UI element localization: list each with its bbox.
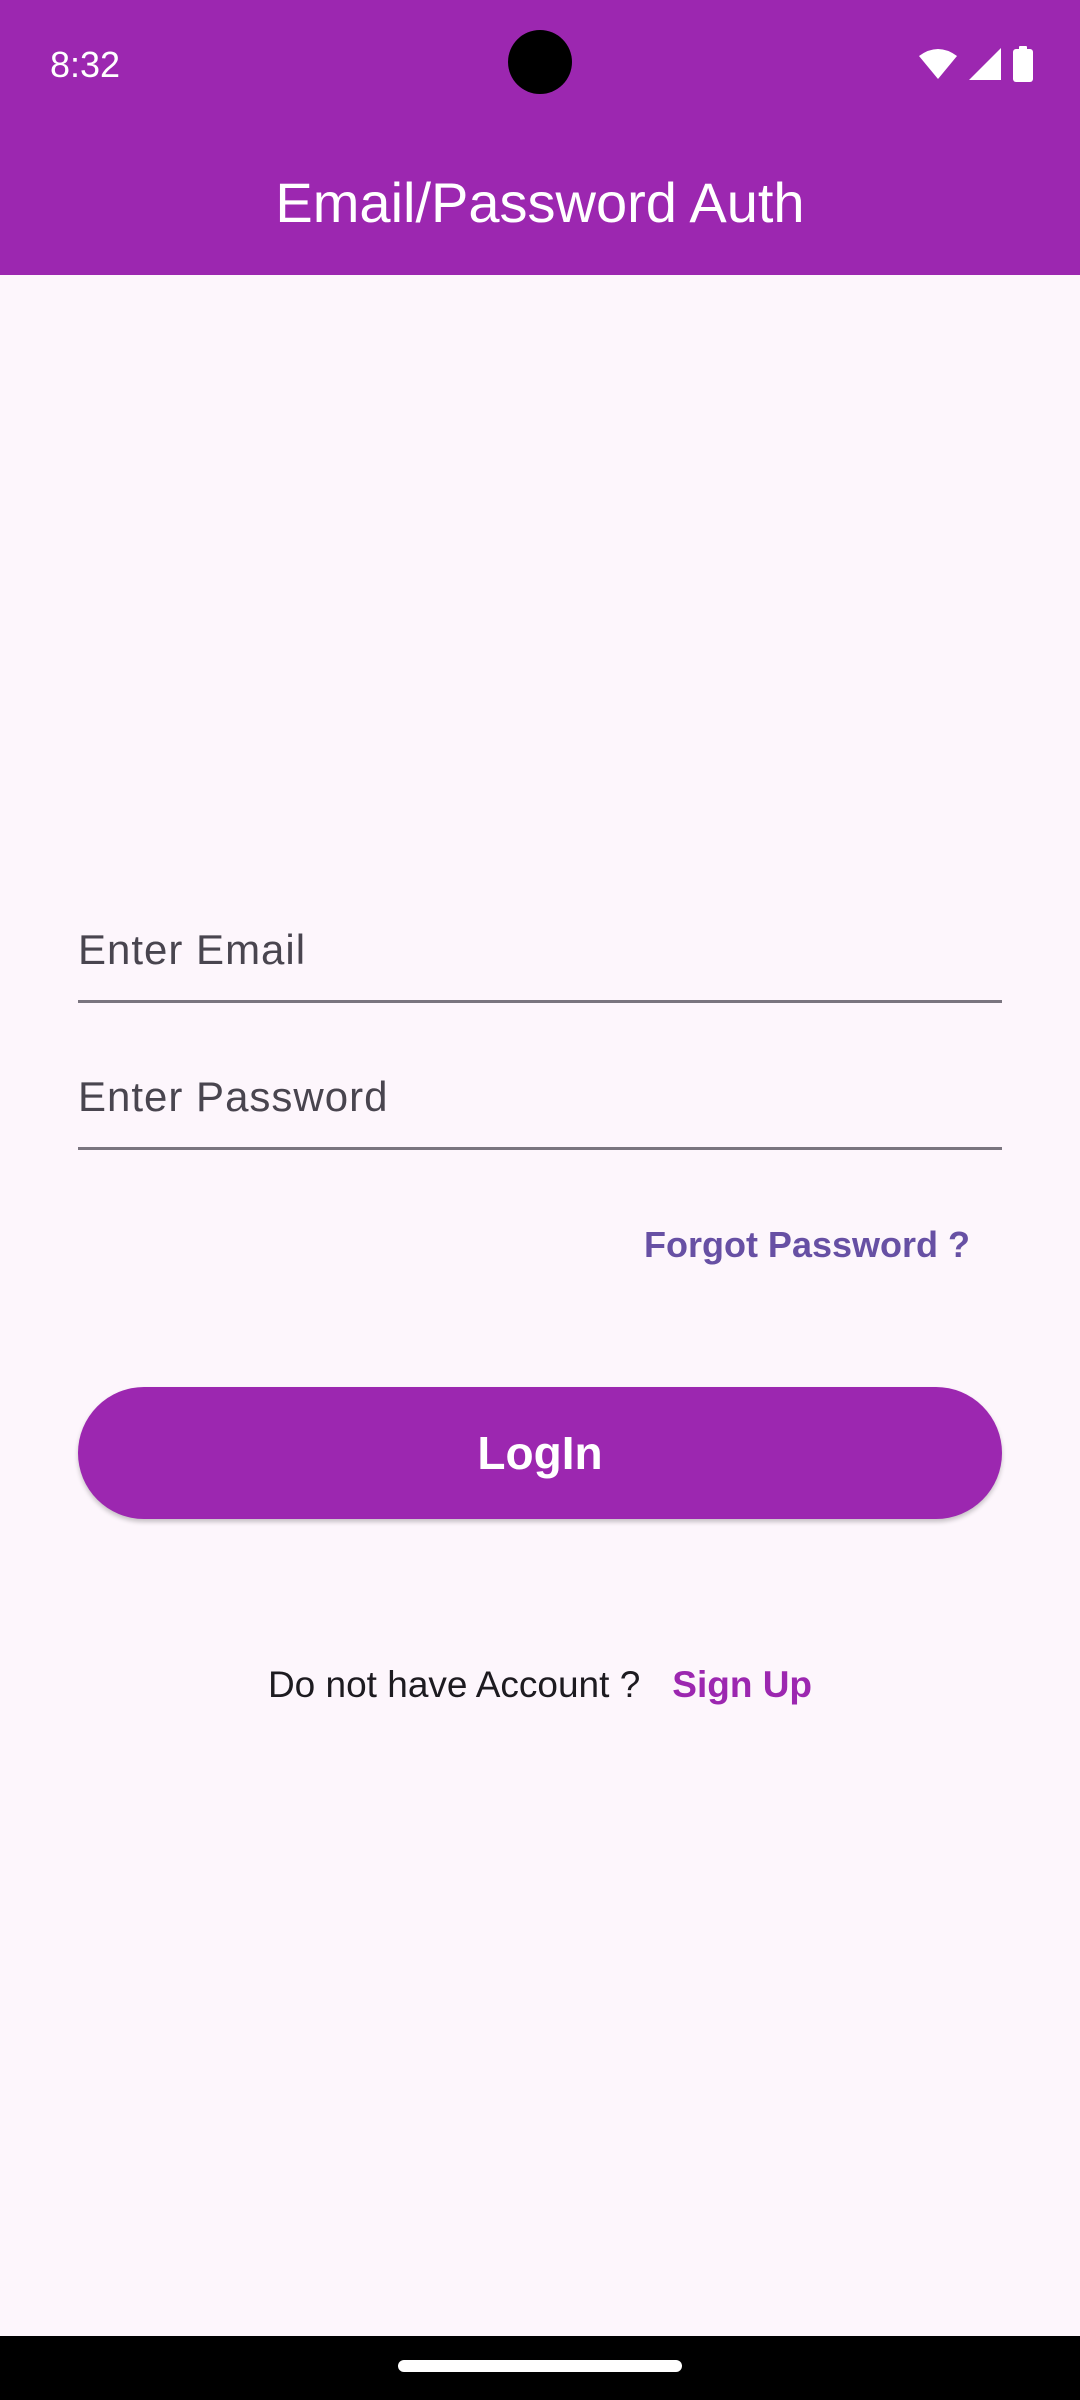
app-title: Email/Password Auth	[275, 170, 805, 234]
cellular-signal-icon	[969, 48, 1001, 80]
login-button[interactable]: LogIn	[78, 1387, 1002, 1519]
battery-icon	[1013, 46, 1033, 82]
status-bar: 8:32	[0, 0, 1080, 130]
login-screen: 8:32 Email/Password Auth Forgot Password…	[0, 0, 1080, 2400]
password-input[interactable]	[78, 1047, 1002, 1147]
navigation-bar	[0, 2336, 1080, 2400]
camera-cutout	[508, 30, 572, 94]
app-bar: Email/Password Auth	[0, 130, 1080, 275]
signup-row: Do not have Account ? Sign Up	[0, 1660, 1080, 1710]
signup-link[interactable]: Sign Up	[672, 1660, 812, 1710]
home-handle[interactable]	[398, 2360, 682, 2372]
forgot-password-link[interactable]: Forgot Password ?	[644, 1222, 970, 1268]
email-input[interactable]	[78, 900, 1002, 1000]
status-icons	[918, 46, 1034, 82]
email-field[interactable]	[78, 900, 1002, 1003]
signup-prompt: Do not have Account ?	[267, 1664, 641, 1705]
password-field[interactable]	[78, 1047, 1002, 1150]
status-time: 8:32	[50, 44, 121, 85]
wifi-icon	[919, 49, 957, 79]
